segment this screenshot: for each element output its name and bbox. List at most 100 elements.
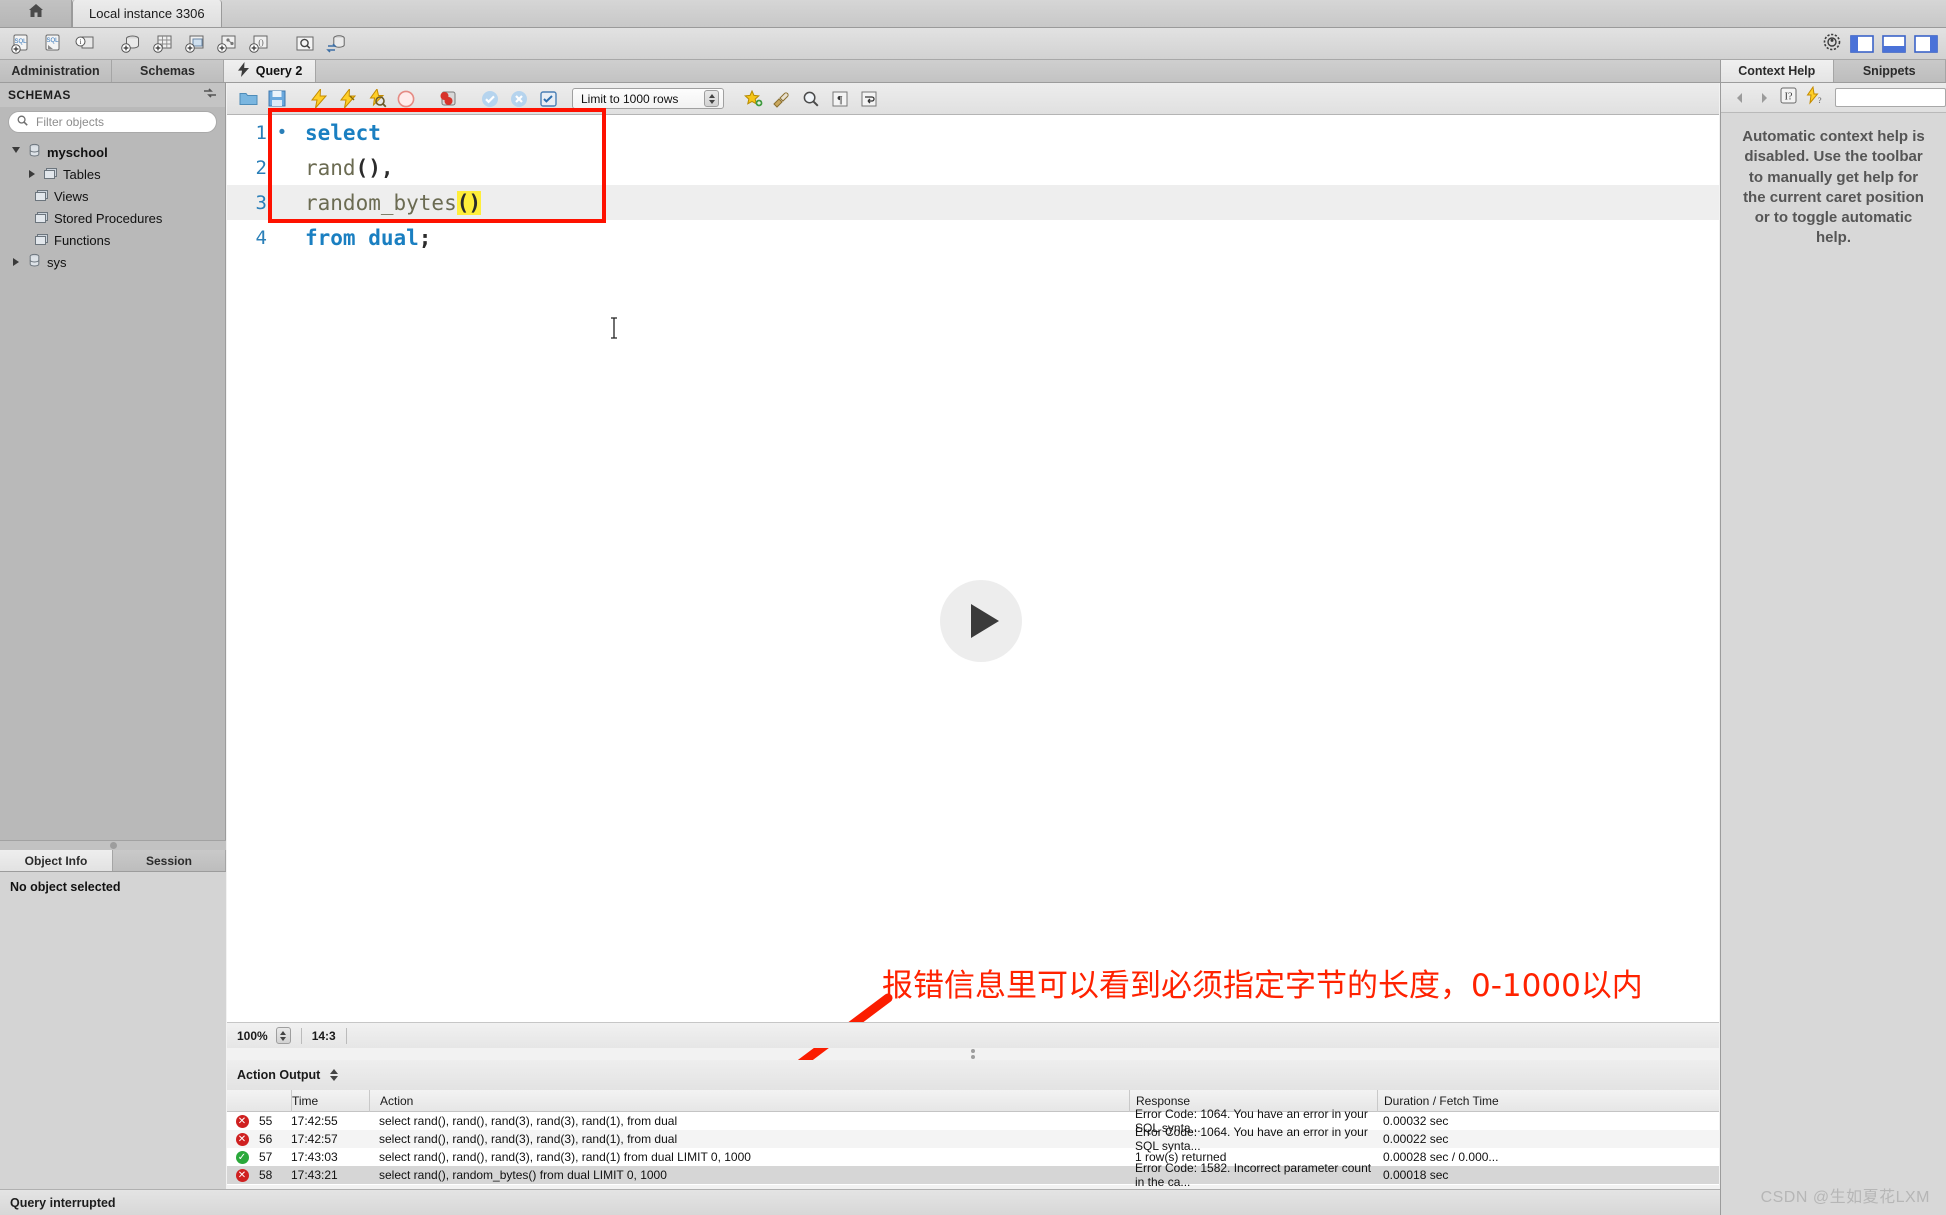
filter-wrap <box>0 107 225 139</box>
folder-icon <box>34 210 49 227</box>
refresh-icon[interactable] <box>203 86 217 105</box>
admin-gear-icon[interactable] <box>1822 32 1842 57</box>
reconnect-icon[interactable] <box>322 30 352 58</box>
line-code[interactable]: select <box>291 121 381 145</box>
chevron-down-icon[interactable] <box>10 147 22 157</box>
svg-text:(): () <box>258 38 264 47</box>
sql-punctuation: ; <box>418 225 432 250</box>
table-row[interactable]: ✓ 57 17:43:03 select rand(), rand(), ran… <box>227 1148 1719 1166</box>
action-output-header-row: Time Action Response Duration / Fetch Ti… <box>227 1089 1719 1112</box>
find-icon[interactable] <box>798 86 824 112</box>
tab-object-info[interactable]: Object Info <box>0 850 113 871</box>
stop-execution-icon[interactable] <box>393 86 419 112</box>
line-marker: • <box>278 121 286 143</box>
tab-strip: Administration Schemas Query 2 <box>0 60 1946 83</box>
tab-session[interactable]: Session <box>113 850 226 871</box>
server-status-icon[interactable]: i <box>70 30 100 58</box>
title-bar: Local instance 3306 <box>0 0 1946 28</box>
schemas-title: SCHEMAS <box>8 88 71 102</box>
auto-help-toggle-icon[interactable]: ? <box>1804 85 1823 110</box>
output-panel-grip[interactable] <box>960 1048 986 1060</box>
status-badge: ✓ <box>227 1150 257 1164</box>
table-row[interactable]: ✕ 55 17:42:55 select rand(), rand(), ran… <box>227 1107 1719 1135</box>
line-number: 1 <box>255 121 267 144</box>
row-action: select rand(), random_bytes() from dual … <box>379 1168 667 1182</box>
row-duration: 0.00032 sec <box>1383 1114 1449 1128</box>
new-view-icon[interactable] <box>180 30 210 58</box>
tab-schemas[interactable]: Schemas <box>112 60 224 82</box>
table-row[interactable]: ✕ 58 17:43:21 select rand(), random_byte… <box>227 1161 1719 1189</box>
explain-statement-icon[interactable] <box>364 86 390 112</box>
play-button-icon[interactable] <box>940 580 1022 662</box>
tab-administration[interactable]: Administration <box>0 60 112 82</box>
context-help-icon[interactable]: I? <box>1779 86 1798 110</box>
table-row[interactable]: ✕ 56 17:42:57 select rand(), rand(), ran… <box>227 1125 1719 1153</box>
schema-tree: myschool Tables Views Stored Procedures … <box>0 139 225 273</box>
status-bar: Query interrupted <box>0 1189 1720 1215</box>
wrap-lines-icon[interactable] <box>856 86 882 112</box>
svg-text:?: ? <box>1818 96 1822 105</box>
row-action: select rand(), rand(), rand(3), rand(3),… <box>379 1132 678 1146</box>
tree-item-sys[interactable]: sys <box>0 251 225 273</box>
tree-label: Tables <box>63 166 101 182</box>
tree-item-myschool[interactable]: myschool <box>0 141 225 163</box>
line-code[interactable]: rand(), <box>291 156 394 180</box>
toggle-output-icon[interactable] <box>1882 35 1906 53</box>
autocommit-icon[interactable] <box>535 86 561 112</box>
line-code[interactable]: random_bytes() <box>291 190 482 215</box>
toggle-secondary-sidebar-icon[interactable] <box>1914 35 1938 53</box>
add-snippet-icon[interactable] <box>740 86 766 112</box>
new-schema-icon[interactable] <box>116 30 146 58</box>
status-badge: ✕ <box>227 1168 257 1182</box>
filter-objects-box[interactable] <box>8 111 217 133</box>
tab-query-2[interactable]: Query 2 <box>224 60 316 82</box>
forward-arrow-icon[interactable] <box>1755 88 1773 108</box>
home-tab[interactable] <box>0 0 72 27</box>
tab-context-help[interactable]: Context Help <box>1721 60 1834 82</box>
caret-position: 14:3 <box>311 1028 336 1043</box>
instance-tab[interactable]: Local instance 3306 <box>72 0 222 27</box>
new-table-icon[interactable] <box>148 30 178 58</box>
sidebar-splitter[interactable] <box>0 840 226 850</box>
tree-item-tables[interactable]: Tables <box>0 163 225 185</box>
toggle-sidebar-icon[interactable] <box>1850 35 1874 53</box>
action-output-header: Action Output <box>227 1060 1719 1090</box>
new-procedure-icon[interactable] <box>212 30 242 58</box>
toggle-invisible-chars-icon[interactable]: ¶ <box>827 86 853 112</box>
new-sql-tab-icon[interactable]: SQL <box>6 30 36 58</box>
line-code[interactable]: from dual; <box>291 226 431 250</box>
sql-editor[interactable]: 1 • select 2 rand(), 3 random_bytes() 4 … <box>227 115 1719 1022</box>
row-time: 17:42:55 <box>291 1114 338 1128</box>
tree-item-stored-procedures[interactable]: Stored Procedures <box>0 207 225 229</box>
beautify-sql-icon[interactable] <box>769 86 795 112</box>
chevron-right-icon[interactable] <box>10 258 22 266</box>
zoom-stepper[interactable] <box>275 1027 291 1044</box>
back-arrow-icon[interactable] <box>1731 88 1749 108</box>
search-data-icon[interactable] <box>290 30 320 58</box>
chevron-right-icon[interactable] <box>26 170 38 178</box>
commit-icon[interactable] <box>477 86 503 112</box>
limit-rows-select[interactable]: Limit to 1000 rows <box>572 88 724 109</box>
open-script-icon[interactable] <box>235 86 261 112</box>
line-number: 4 <box>255 226 267 249</box>
tree-label: Stored Procedures <box>54 210 163 226</box>
execute-current-statement-icon[interactable] <box>335 86 361 112</box>
toggle-stop-on-error-icon[interactable] <box>435 86 461 112</box>
action-output-select-icon[interactable] <box>330 1069 339 1081</box>
right-panel-tabs: Context Help Snippets <box>1721 60 1946 83</box>
tab-snippets[interactable]: Snippets <box>1833 60 1946 82</box>
save-script-icon[interactable] <box>264 86 290 112</box>
execute-statement-icon[interactable] <box>306 86 332 112</box>
window-right-controls <box>1822 30 1938 58</box>
schemas-header: SCHEMAS <box>0 83 225 107</box>
tree-item-views[interactable]: Views <box>0 185 225 207</box>
filter-objects-input[interactable] <box>34 114 208 130</box>
tree-item-functions[interactable]: Functions <box>0 229 225 251</box>
sql-keyword: from dual <box>305 225 419 250</box>
limit-rows-stepper[interactable] <box>704 90 719 107</box>
open-sql-script-icon[interactable]: SQL <box>38 30 68 58</box>
rollback-icon[interactable] <box>506 86 532 112</box>
new-function-icon[interactable]: () <box>244 30 274 58</box>
sql-function: rand <box>305 155 356 180</box>
context-help-search-input[interactable] <box>1835 88 1946 107</box>
